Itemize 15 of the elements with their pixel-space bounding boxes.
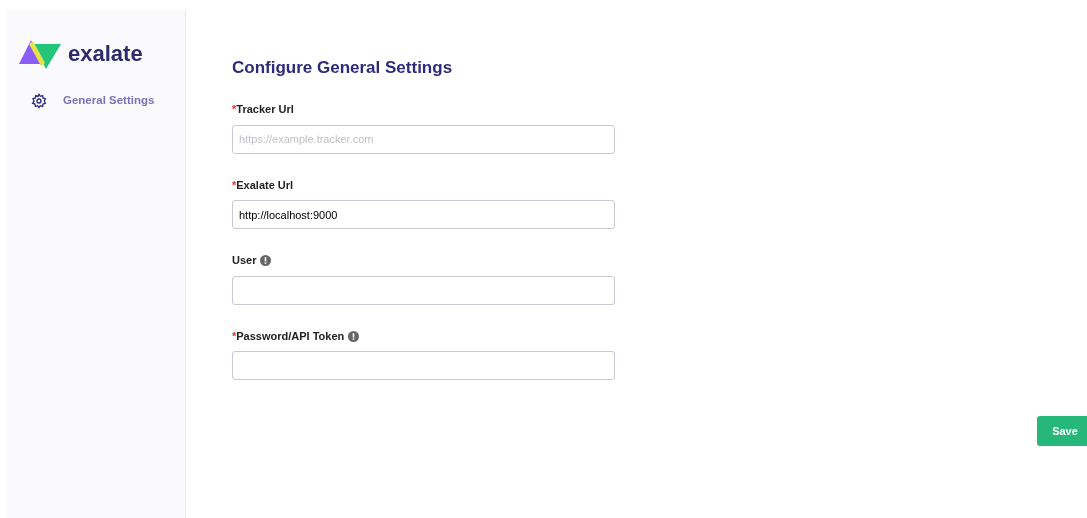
info-icon[interactable] xyxy=(348,330,360,342)
sidebar-item[interactable]: General Settings xyxy=(19,92,185,110)
field-label: *Password/API Token xyxy=(232,328,345,344)
input-field[interactable]: http://localhost:9000 xyxy=(232,200,615,230)
input-field[interactable]: https://example.tracker.com xyxy=(232,124,615,154)
settings-icon xyxy=(31,92,47,109)
field-label: User xyxy=(232,253,257,269)
save-button[interactable]: Save xyxy=(1037,416,1087,446)
input-field[interactable] xyxy=(232,275,615,305)
input-field[interactable] xyxy=(232,351,615,381)
field-label: *Exalate Url xyxy=(232,177,294,193)
info-icon[interactable] xyxy=(260,255,272,267)
page-title: Configure General Settings xyxy=(232,58,454,79)
logo-text: exalate xyxy=(68,39,143,68)
field-label: *Tracker Url xyxy=(232,102,294,118)
